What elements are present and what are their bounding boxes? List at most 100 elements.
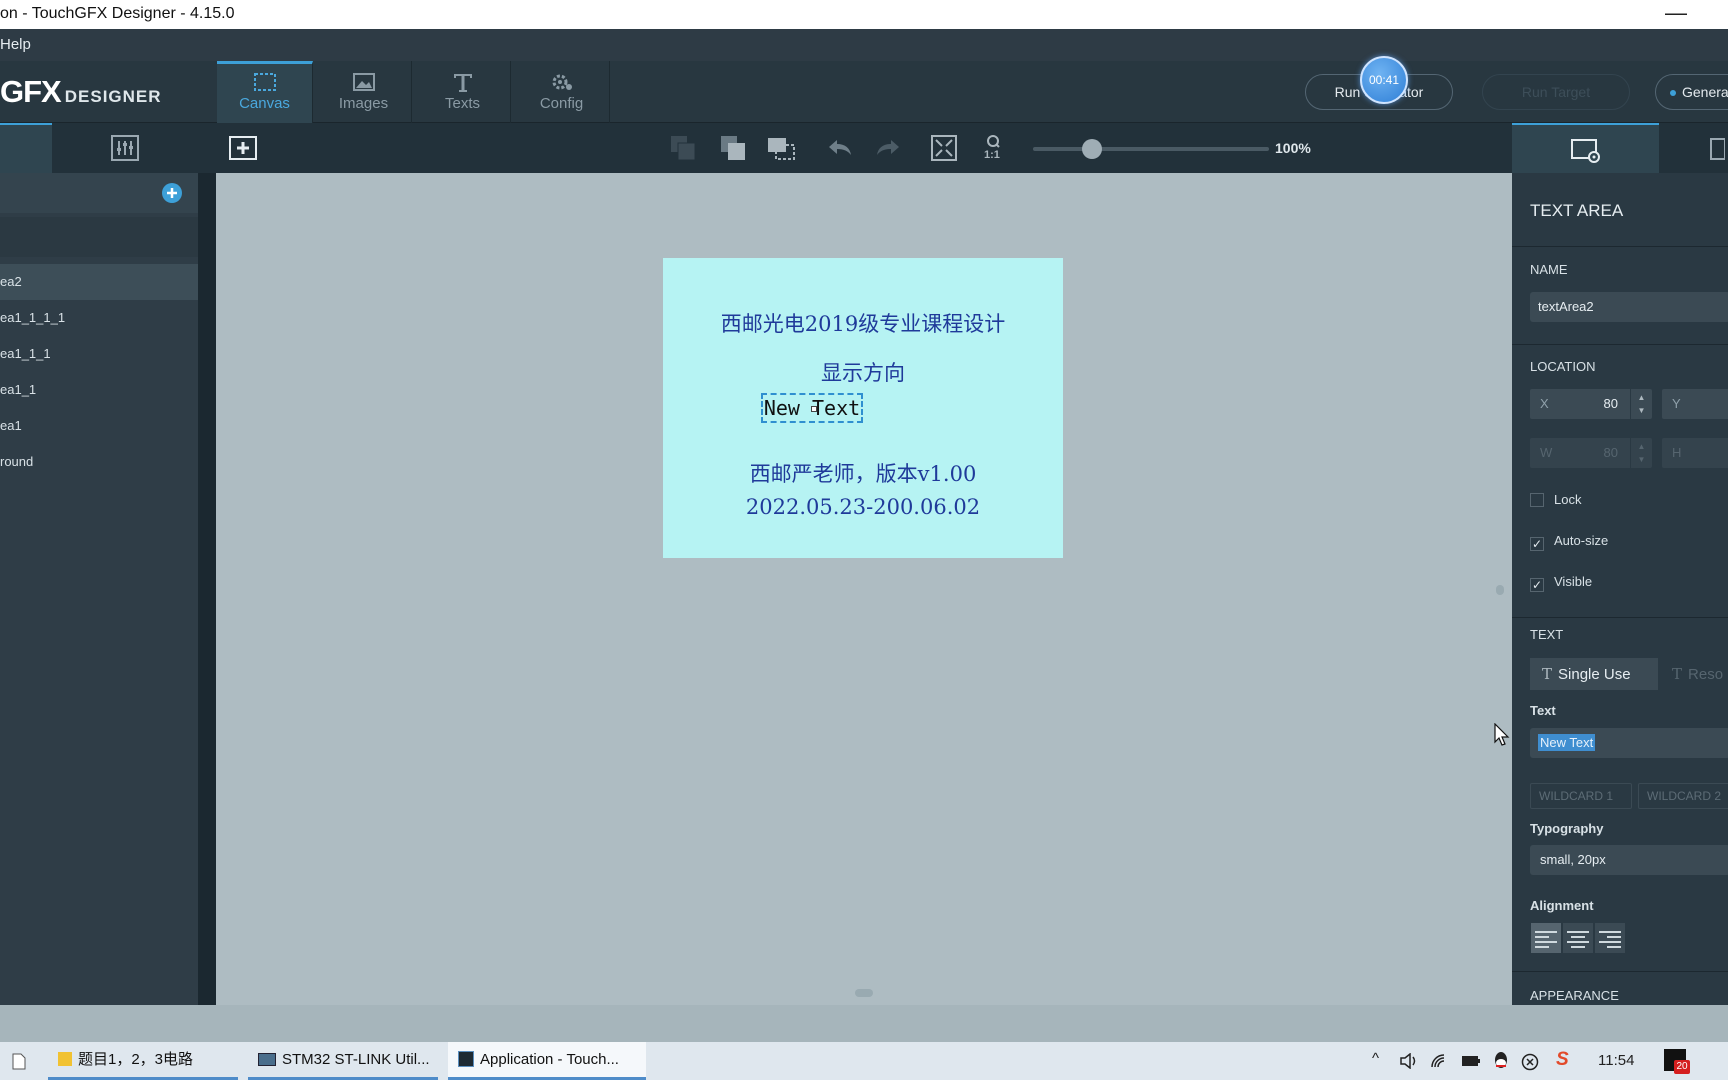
- visible-label: Visible: [1554, 574, 1593, 589]
- tab-interactions[interactable]: [1659, 123, 1728, 173]
- align-center-button[interactable]: [1563, 923, 1593, 953]
- screen-preview[interactable]: 西邮光电2019级专业课程设计 显示方向 西邮严老师，版本v1.00 2022.…: [663, 258, 1063, 558]
- run-target-button[interactable]: Run Target: [1482, 74, 1630, 110]
- tab-texts[interactable]: Texts: [415, 61, 511, 123]
- bring-to-front-icon[interactable]: [718, 133, 748, 163]
- separator: [1512, 617, 1728, 618]
- sliders-icon: [111, 135, 139, 161]
- canvas-icon: [253, 73, 276, 91]
- recorder-icon[interactable]: 20: [1664, 1049, 1690, 1074]
- move-handle-icon[interactable]: [811, 406, 817, 412]
- wildcard-2-button[interactable]: WILDCARD 2: [1638, 783, 1728, 809]
- stlink-icon: [258, 1053, 276, 1066]
- canvas-text-date[interactable]: 2022.05.23-200.06.02: [663, 495, 1063, 519]
- x-stepper[interactable]: ▲ ▼: [1630, 389, 1652, 419]
- typography-select[interactable]: small, 20px: [1530, 845, 1728, 875]
- text-mode-toggle: T Single Use T Reso: [1530, 658, 1728, 690]
- autosize-checkbox[interactable]: ✓ Auto-size: [1530, 533, 1608, 551]
- folder-icon: [58, 1052, 72, 1066]
- properties-panel: TEXT AREA NAME textArea2 LOCATION X 80 ▲…: [1512, 123, 1728, 1005]
- zoom-slider-handle[interactable]: [1082, 139, 1102, 159]
- autosize-check-icon: ✓: [1530, 537, 1544, 551]
- add-screen-icon[interactable]: [162, 183, 182, 203]
- tree-item[interactable]: ea2: [0, 264, 198, 300]
- w-input[interactable]: W 80 ▲ ▼: [1530, 438, 1652, 468]
- y-input[interactable]: Y 1: [1662, 389, 1728, 419]
- y-label: Y: [1672, 396, 1681, 411]
- sogou-icon[interactable]: S: [1556, 1049, 1569, 1071]
- recording-timer[interactable]: 00:41: [1360, 56, 1408, 104]
- wildcard-1-button[interactable]: WILDCARD 1: [1530, 783, 1632, 809]
- zoom-1-1-label: 1:1: [984, 149, 1000, 161]
- tab-config-label: Config: [539, 95, 584, 112]
- add-widget-icon[interactable]: [228, 133, 258, 163]
- tree-item[interactable]: round: [0, 444, 198, 480]
- lock-label: Lock: [1554, 492, 1582, 507]
- battery-icon[interactable]: [1461, 1054, 1481, 1068]
- selected-text-area[interactable]: New Text: [761, 393, 863, 423]
- mouse-cursor-icon: [1494, 723, 1510, 746]
- generate-code-button[interactable]: Generate: [1655, 74, 1728, 110]
- wifi-icon[interactable]: [1430, 1053, 1448, 1069]
- qq-icon[interactable]: [1492, 1051, 1510, 1071]
- tray-chevron-icon[interactable]: ^: [1372, 1050, 1379, 1067]
- menu-help[interactable]: Help: [0, 36, 31, 53]
- volume-icon[interactable]: [1399, 1053, 1419, 1069]
- tab-tree-view[interactable]: [0, 123, 52, 173]
- tree-screen-row[interactable]: [0, 217, 198, 257]
- send-to-back-icon[interactable]: [668, 133, 698, 163]
- tree-item[interactable]: ea1_1: [0, 372, 198, 408]
- align-right-button[interactable]: [1595, 923, 1625, 953]
- canvas-text-version[interactable]: 西邮严老师，版本v1.00: [663, 458, 1063, 488]
- canvas-text-title[interactable]: 西邮光电2019级专业课程设计: [663, 308, 1063, 338]
- resource-option[interactable]: T Reso: [1660, 658, 1728, 690]
- single-use-option[interactable]: T Single Use: [1530, 658, 1658, 690]
- align-left-button[interactable]: [1531, 923, 1561, 953]
- fit-to-screen-icon[interactable]: [929, 133, 959, 163]
- canvas-vertical-scroll[interactable]: [1496, 585, 1504, 595]
- tree-item-label: ea1_1_1_1: [0, 310, 66, 325]
- text-input[interactable]: New Text: [1530, 728, 1728, 758]
- undo-icon[interactable]: [825, 133, 855, 163]
- close-circle-icon[interactable]: [1521, 1053, 1539, 1071]
- w-stepper[interactable]: ▲ ▼: [1630, 438, 1652, 468]
- widget-tree-panel: ea2 ea1_1_1_1 ea1_1_1 ea1_1 ea1 round: [0, 173, 198, 1005]
- tab-images[interactable]: Images: [316, 61, 412, 123]
- alignment-group: [1530, 922, 1626, 954]
- panel-splitter[interactable]: [198, 173, 216, 1005]
- generate-label: Generate: [1682, 84, 1728, 100]
- resource-label: Reso: [1688, 666, 1724, 683]
- move-layer-icon[interactable]: [766, 133, 796, 163]
- tab-mixer[interactable]: [52, 123, 198, 173]
- minimize-button[interactable]: —: [1665, 0, 1687, 26]
- tab-canvas[interactable]: Canvas: [217, 61, 313, 123]
- h-input[interactable]: H: [1662, 438, 1728, 468]
- canvas-text-direction[interactable]: 显示方向: [663, 357, 1063, 387]
- tree-item-label: ea1_1: [0, 382, 37, 397]
- w-value: 80: [1603, 445, 1618, 460]
- taskbar-touchgfx[interactable]: Application - Touch...: [448, 1042, 646, 1080]
- redo-icon[interactable]: [873, 133, 903, 163]
- status-dot-icon: [1670, 90, 1676, 97]
- lock-checkbox[interactable]: Lock: [1530, 492, 1581, 507]
- alignment-label: Alignment: [1530, 898, 1594, 913]
- tree-item[interactable]: ea1_1_1_1: [0, 300, 198, 336]
- touchgfx-app-icon: [458, 1051, 474, 1067]
- zoom-slider[interactable]: [1033, 139, 1269, 159]
- file-icon[interactable]: [12, 1053, 26, 1070]
- tab-properties[interactable]: [1512, 123, 1659, 173]
- texts-icon: [453, 74, 472, 92]
- separator: [1512, 344, 1728, 345]
- taskbar-folder[interactable]: 题目1，2，3电路: [48, 1042, 238, 1080]
- name-input[interactable]: textArea2: [1530, 292, 1728, 322]
- single-use-label: Single Use: [1558, 666, 1631, 683]
- tree-item[interactable]: ea1: [0, 408, 198, 444]
- tree-item[interactable]: ea1_1_1: [0, 336, 198, 372]
- taskbar-stlink[interactable]: STM32 ST-LINK Util...: [248, 1042, 438, 1080]
- clock[interactable]: 11:54: [1598, 1052, 1634, 1069]
- separator: [1512, 246, 1728, 247]
- x-input[interactable]: X 80 ▲ ▼: [1530, 389, 1652, 419]
- visible-checkbox[interactable]: ✓ Visible: [1530, 574, 1592, 592]
- tab-config[interactable]: Config: [514, 61, 610, 123]
- canvas-horizontal-scroll[interactable]: [855, 989, 873, 997]
